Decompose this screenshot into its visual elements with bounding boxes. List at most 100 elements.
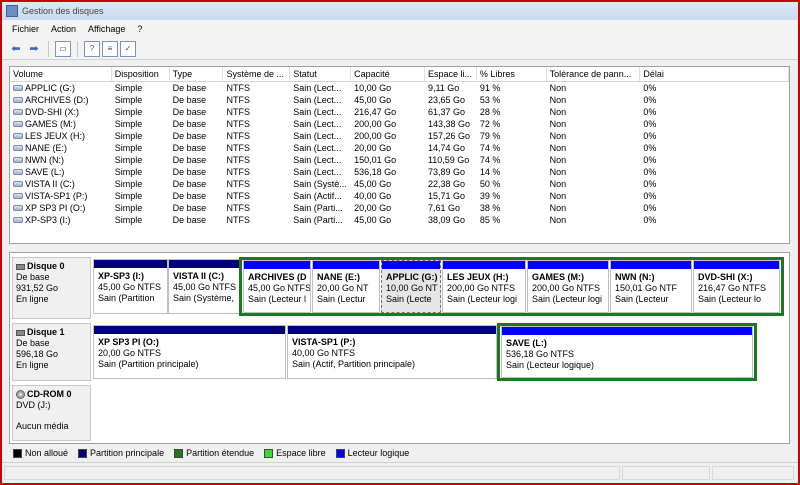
partition-size: 45,00 Go NTFS [248,283,311,293]
partition-size: 200,00 Go NTFS [532,283,601,293]
partition-bar [694,261,779,269]
table-header: Volume Disposition Type Système de ... S… [10,67,789,82]
legend-item-logical: Lecteur logique [335,448,409,458]
table-cell: NTFS [226,203,250,213]
partition-bar [313,261,379,269]
menu-affichage[interactable]: Affichage [82,24,131,34]
partition-status: Sain (Lecteur logique) [506,360,595,370]
table-cell: Simple [114,83,143,93]
table-row[interactable]: XP-SP3 (I:) Simple De base NTFS Sain (Parti.… [10,214,789,226]
column-header-free-space[interactable]: Espace li... [425,67,477,81]
table-row[interactable]: DVD-SHI (X:) Simple De base NTFS Sain (Lect.… [10,106,789,118]
table-cell: De base [172,155,207,165]
disk-row-0: Disque 0 De base 931,52 Go En ligne XP-S… [10,257,789,319]
table-cell: 143,38 Go [427,119,470,129]
hard-disk-icon [16,263,25,270]
table-cell: De base [172,215,207,225]
table-cell: NTFS [226,191,250,201]
forward-arrow-icon[interactable]: ➡ [26,41,42,57]
partition-xp-sp3-pi[interactable]: XP SP3 PI (O:) 20,00 Go NTFS Sain (Partiti… [93,325,286,379]
partition-bar [528,261,608,269]
check-list-icon[interactable]: ✓ [120,40,136,57]
table-cell: Sain (Lect... [293,167,342,177]
partition-save[interactable]: SAVE (L:) 536,18 Go NTFS Sain (Lecteur log… [501,326,753,378]
column-header-type[interactable]: Type [170,67,224,81]
table-cell: Non [549,215,567,225]
partition-applic[interactable]: APPLIC (G:) 10,00 Go NT Sain (Lecte [381,260,441,313]
partition-archives[interactable]: ARCHIVES (D 45,00 Go NTFS Sain (Lecteur l [243,260,311,313]
table-cell: De base [172,119,207,129]
table-cell: Simple [114,191,143,201]
table-cell: 73,89 Go [427,167,465,177]
table-row[interactable]: XP SP3 PI (O:) Simple De base NTFS Sain (Par… [10,202,789,214]
help-icon[interactable]: ? [84,40,100,57]
menu-fichier[interactable]: Fichier [6,24,45,34]
column-header-overhead[interactable]: Délai [640,67,789,81]
partition-bar [611,261,691,269]
table-cell: 150,01 Go [354,155,397,165]
disk-info-1[interactable]: Disque 1 De base 596,18 Go En ligne [12,323,91,381]
table-row[interactable]: VISTA-SP1 (P:) Simple De base NTFS Sain (Act… [10,190,789,202]
disk-type-1: De base [16,338,50,348]
table-cell: Simple [114,107,143,117]
column-header-disposition[interactable]: Disposition [112,67,170,81]
menu-action[interactable]: Action [45,24,82,34]
table-cell: Simple [114,215,143,225]
disk-size-1: 596,18 Go [16,349,59,359]
table-cell: 72 % [479,119,501,129]
partition-nwn[interactable]: NWN (N:) 150,01 Go NTF Sain (Lecteur [610,260,692,313]
column-header-capacity[interactable]: Capacité [351,67,425,81]
partition-les-jeux[interactable]: LES JEUX (H:) 200,00 Go NTFS Sain (Lecteur… [442,260,526,313]
column-header-filesystem[interactable]: Système de ... [223,67,291,81]
disk-type-0: De base [16,272,50,282]
table-cell: NTFS [226,107,250,117]
partition-vista-sp1[interactable]: VISTA-SP1 (P:) 40,00 Go NTFS Sain (Actif, … [287,325,497,379]
disk-info-0[interactable]: Disque 0 De base 931,52 Go En ligne [12,257,91,319]
table-row[interactable]: NWN (N:) Simple De base NTFS Sain (Lect... 15… [10,154,789,166]
volume-icon [13,121,23,127]
column-header-status[interactable]: Statut [290,67,352,81]
table-cell: 0% [643,191,657,201]
table-cell: NTFS [226,131,250,141]
menu-help[interactable]: ? [131,24,148,34]
table-cell: Non [549,107,567,117]
disk-row-1: Disque 1 De base 596,18 Go En ligne XP S… [10,323,789,381]
table-cell: Non [549,155,567,165]
legend-swatch [13,448,22,458]
table-cell: 0% [643,107,657,117]
partition-dvd-shi[interactable]: DVD-SHI (X:) 216,47 Go NTFS Sain (Lecteur … [693,260,780,313]
column-header-volume[interactable]: Volume [10,67,112,81]
table-row[interactable]: VISTA II (C:) Simple De base NTFS Sain (Syst… [10,178,789,190]
console-tree-icon[interactable]: ▭ [55,40,71,57]
table-row[interactable]: LES JEUX (H:) Simple De base NTFS Sain (Lect… [10,130,789,142]
partition-name: ARCHIVES (D [248,272,307,282]
disk-info-cdrom[interactable]: CD-ROM 0 DVD (J:) Aucun média [12,385,91,441]
table-cell: Non [549,131,567,141]
partition-games[interactable]: GAMES (M:) 200,00 Go NTFS Sain (Lecteur lo… [527,260,609,313]
partition-nane[interactable]: NANE (E:) 20,00 Go NT Sain (Lectur [312,260,380,313]
partition-status: Sain (Partition [98,293,155,303]
partition-xp-sp3[interactable]: XP-SP3 (I:) 45,00 Go NTFS Sain (Partition [93,259,168,314]
table-row[interactable]: ARCHIVES (D:) Simple De base NTFS Sain (Lect… [10,94,789,106]
partition-size: 150,01 Go NTF [615,283,678,293]
table-cell: Simple [114,95,143,105]
table-row[interactable]: SAVE (L:) Simple De base NTFS Sain (Lect... 5… [10,166,789,178]
column-header-fault-tolerance[interactable]: Tolérance de pann... [547,67,641,81]
back-arrow-icon[interactable]: ⬅ [8,41,24,57]
table-cell: 39 % [479,191,501,201]
legend-swatch [264,448,274,458]
volume-icon [13,169,23,175]
table-cell: GAMES (M:) [10,118,112,130]
table-row[interactable]: NANE (E:) Simple De base NTFS Sain (Lect... 2… [10,142,789,154]
table-cell: 45,00 Go [354,95,392,105]
table-row[interactable]: GAMES (M:) Simple De base NTFS Sain (Lect...… [10,118,789,130]
table-cell: 110,59 Go [427,155,470,165]
properties-icon[interactable]: ≡ [102,40,118,57]
status-segment [712,466,794,480]
disk-size-0: 931,52 Go [16,283,59,293]
partition-size: 20,00 Go NTFS [98,348,162,358]
column-header-percent-free[interactable]: % Libres [477,67,547,81]
table-row[interactable]: APPLIC (G:) Simple De base NTFS Sain (Lect..… [10,82,789,94]
table-cell: 22,38 Go [427,179,465,189]
partition-vista-ii[interactable]: VISTA II (C:) 45,00 Go NTFS Sain (Système, [168,259,240,314]
